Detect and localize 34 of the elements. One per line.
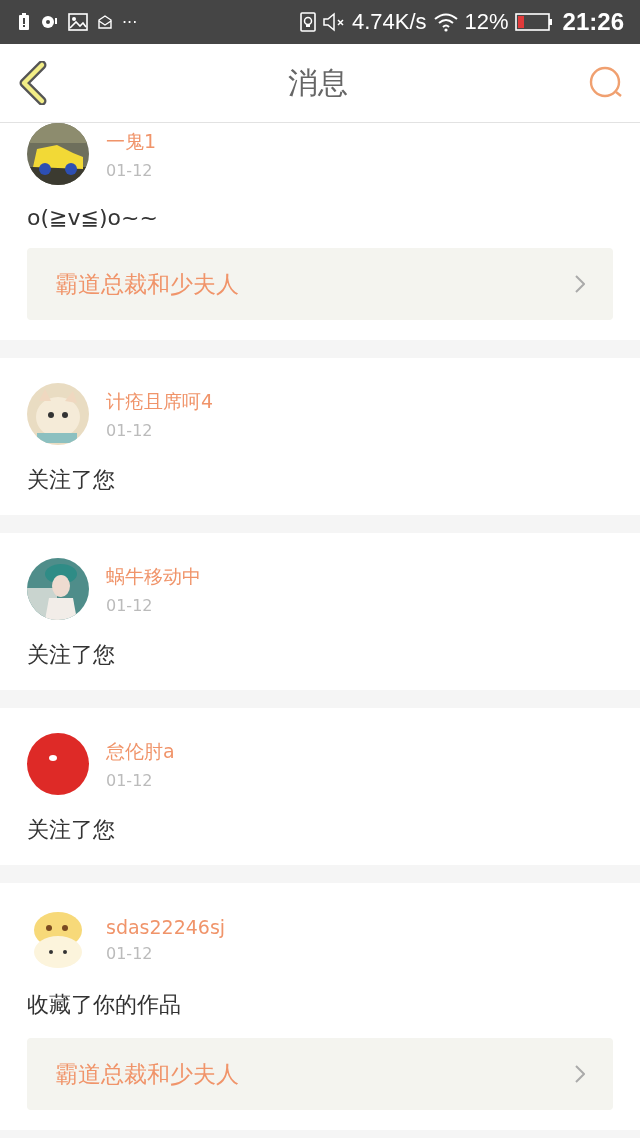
message-text: 收藏了你的作品 <box>27 991 182 1019</box>
username[interactable]: sdas22246sj <box>106 915 226 938</box>
battery-icon <box>514 13 553 31</box>
back-icon[interactable] <box>18 61 48 105</box>
message-date: 01-12 <box>106 943 154 963</box>
more-notifications: ··· <box>122 12 138 32</box>
message-text: 关注了您 <box>27 816 116 844</box>
chevron-right-icon <box>575 1065 585 1083</box>
clock: 21:26 <box>562 8 624 36</box>
sim-icon <box>299 12 316 32</box>
message-text: 关注了您 <box>27 466 116 494</box>
work-title: 霸道总裁和少夫人 <box>55 1059 239 1089</box>
username[interactable]: 怠伦肘a <box>106 738 175 765</box>
battery-percentage: 12% <box>464 9 509 35</box>
image-icon <box>68 13 88 31</box>
work-link[interactable]: 霸道总裁和少夫人 <box>27 248 613 320</box>
message-text: o(≧v≦)o~~ <box>27 205 159 230</box>
username[interactable]: 蜗牛移动中 <box>106 563 201 590</box>
work-title: 霸道总裁和少夫人 <box>55 269 239 299</box>
username[interactable]: 一鬼1 <box>106 128 157 155</box>
message-date: 01-12 <box>106 160 154 180</box>
message-date: 01-12 <box>106 595 154 615</box>
username[interactable]: 计疮且席呵4 <box>106 388 214 415</box>
mail-icon <box>98 15 112 29</box>
page-title: 消息 <box>288 63 348 102</box>
mute-icon <box>321 12 346 32</box>
chevron-right-icon <box>575 275 585 293</box>
battery-alert-icon <box>18 13 30 31</box>
message-text: 关注了您 <box>27 641 116 669</box>
wifi-icon <box>432 12 459 32</box>
message-date: 01-12 <box>106 420 154 440</box>
work-link[interactable]: 霸道总裁和少夫人 <box>27 1038 613 1110</box>
network-speed: 4.74K/s <box>351 9 427 35</box>
message-date: 01-12 <box>106 770 154 790</box>
